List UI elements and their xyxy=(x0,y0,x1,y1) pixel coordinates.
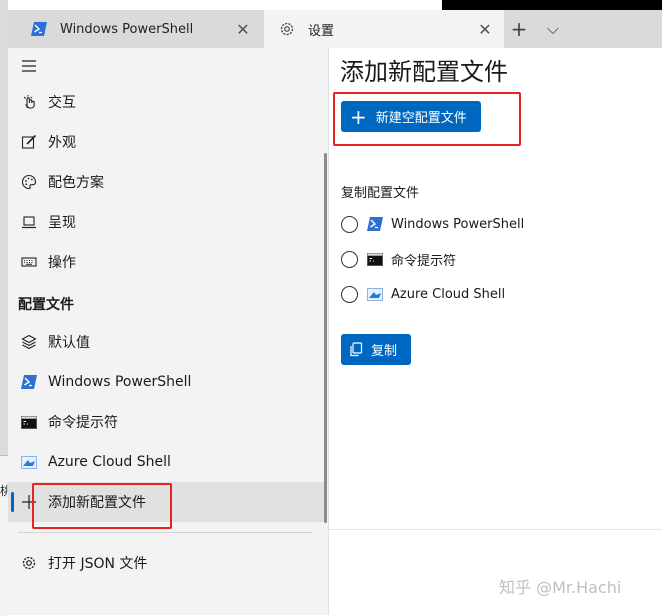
sidebar-item-azure-cloud-shell[interactable]: Azure Cloud Shell xyxy=(8,442,327,482)
hamburger-icon[interactable] xyxy=(16,56,42,76)
close-icon[interactable]: ✕ xyxy=(472,20,498,39)
azure-icon xyxy=(18,455,40,469)
layers-icon xyxy=(18,334,40,350)
sidebar-item-color-schemes[interactable]: 配色方案 xyxy=(8,162,327,202)
gear-icon xyxy=(18,555,40,571)
close-icon[interactable]: ✕ xyxy=(230,20,256,39)
tab-label: Windows PowerShell xyxy=(60,21,194,37)
copy-button[interactable]: 复制 xyxy=(341,334,411,365)
sidebar-item-command-prompt[interactable]: 命令提示符 xyxy=(8,402,327,442)
watermark: 知乎 @Mr.Hachi xyxy=(499,578,622,597)
background-black-strip xyxy=(442,0,662,10)
settings-sidebar: 交互 外观 配色方案 呈现 操作 配置文件 默认值 Windows PowerS… xyxy=(8,48,329,615)
sidebar-item-label: 交互 xyxy=(48,95,76,111)
sidebar-item-label: 操作 xyxy=(48,255,76,271)
radio-button[interactable] xyxy=(341,215,358,233)
highlight-box xyxy=(333,92,521,146)
radio-button[interactable] xyxy=(341,285,358,303)
sidebar-item-label: 命令提示符 xyxy=(48,415,118,431)
keyboard-icon xyxy=(18,254,40,270)
sidebar-item-label: Azure Cloud Shell xyxy=(48,454,171,470)
sidebar-item-actions[interactable]: 操作 xyxy=(8,242,327,282)
sidebar-item-label: 配色方案 xyxy=(48,175,104,191)
gear-icon xyxy=(274,21,300,37)
main-content: 添加新配置文件 + 新建空配置文件 复制配置文件 Windows PowerSh… xyxy=(329,48,662,615)
tab-label: 设置 xyxy=(308,23,335,39)
option-label: Azure Cloud Shell xyxy=(391,286,506,302)
tab-bar: Windows PowerShell ✕ 设置 ✕ + ⌵ xyxy=(8,10,662,48)
option-label: 命令提示符 xyxy=(391,253,457,269)
copy-profile-label: 复制配置文件 xyxy=(341,186,420,201)
sidebar-item-windows-powershell[interactable]: Windows PowerShell xyxy=(8,362,327,402)
azure-icon xyxy=(367,287,383,301)
sidebar-item-defaults[interactable]: 默认值 xyxy=(8,322,327,362)
sidebar-item-label: 默认值 xyxy=(48,335,90,351)
powershell-icon xyxy=(367,217,383,231)
interaction-icon xyxy=(18,94,40,110)
tab-windows-powershell[interactable]: Windows PowerShell ✕ xyxy=(16,10,262,48)
page-title: 添加新配置文件 xyxy=(340,58,508,86)
copy-option-command-prompt[interactable]: 命令提示符 xyxy=(341,246,456,272)
option-label: Windows PowerShell xyxy=(391,216,525,232)
tab-dropdown-button[interactable]: ⌵ xyxy=(538,10,568,48)
sidebar-item-rendering[interactable]: 呈现 xyxy=(8,202,327,242)
powershell-icon xyxy=(26,22,52,36)
palette-icon xyxy=(18,174,40,190)
sidebar-item-interaction[interactable]: 交互 xyxy=(8,82,327,122)
tab-settings[interactable]: 设置 ✕ xyxy=(264,10,504,48)
radio-button[interactable] xyxy=(341,250,358,268)
button-label: 复制 xyxy=(371,344,398,359)
highlight-box xyxy=(32,483,172,529)
sidebar-item-label: 外观 xyxy=(48,135,76,151)
sidebar-scrollbar[interactable] xyxy=(324,153,327,523)
rendering-icon xyxy=(18,214,40,230)
cmd-icon xyxy=(367,252,383,266)
sidebar-item-label: 呈现 xyxy=(48,215,76,231)
cmd-icon xyxy=(18,415,40,429)
sidebar-item-open-json[interactable]: 打开 JSON 文件 xyxy=(8,543,327,583)
selection-indicator xyxy=(11,492,14,512)
background-window-lower xyxy=(0,455,8,616)
sidebar-item-label: 打开 JSON 文件 xyxy=(48,556,148,572)
profiles-section-heading: 配置文件 xyxy=(18,297,74,313)
appearance-icon xyxy=(18,134,40,150)
copy-option-azure-cloud-shell[interactable]: Azure Cloud Shell xyxy=(341,281,505,307)
copy-option-windows-powershell[interactable]: Windows PowerShell xyxy=(341,211,524,237)
content-divider xyxy=(329,529,662,530)
copy-icon xyxy=(349,342,363,357)
sidebar-divider xyxy=(18,532,312,533)
powershell-icon xyxy=(18,375,40,389)
sidebar-item-label: Windows PowerShell xyxy=(48,374,192,390)
new-tab-button[interactable]: + xyxy=(504,10,534,48)
sidebar-item-appearance[interactable]: 外观 xyxy=(8,122,327,162)
